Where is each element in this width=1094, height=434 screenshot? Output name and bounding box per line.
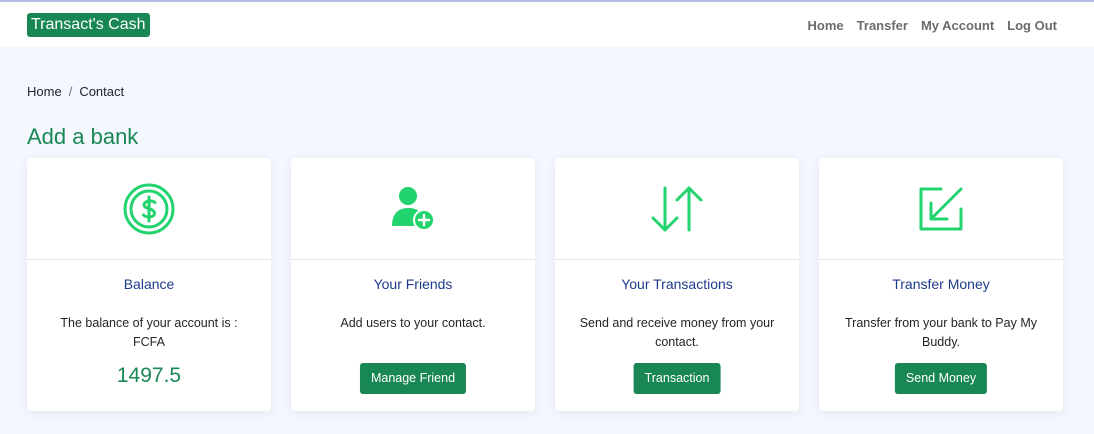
card-text: The balance of your account is : FCFA — [60, 316, 238, 349]
balance-value: 1497.5 — [116, 364, 182, 387]
card-title: Your Transactions — [621, 276, 733, 292]
nav-logout-link[interactable]: Log Out — [1007, 18, 1057, 34]
balance-card: Balance The balance of your account is :… — [27, 158, 271, 411]
card-icon-area — [27, 158, 271, 260]
card-icon-area — [555, 158, 799, 260]
page-title: Add a bank — [27, 124, 139, 149]
breadcrumb-home-link[interactable]: Home — [27, 84, 62, 99]
arrow-down-left-box-icon — [919, 187, 963, 230]
transaction-button[interactable]: Transaction — [633, 363, 721, 394]
top-navbar: Transact's Cash Home Transfer My Account… — [0, 0, 1094, 47]
send-money-button[interactable]: Send Money — [894, 363, 988, 394]
card-text: Add users to your contact. — [340, 316, 486, 330]
nav-transfer-link[interactable]: Transfer — [857, 18, 908, 34]
breadcrumb-current: Contact — [79, 84, 125, 99]
main-nav: Home Transfer My Account Log Out — [808, 18, 1057, 34]
add-user-icon — [392, 186, 435, 231]
friends-card: Your Friends Add users to your contact. … — [291, 158, 535, 411]
card-icon-area — [291, 158, 535, 260]
breadcrumb-separator: / — [68, 84, 73, 99]
brand-logo[interactable]: Transact's Cash — [27, 13, 150, 37]
breadcrumb: Home / Contact — [27, 84, 124, 99]
card-text: Transfer from your bank to Pay My Buddy. — [845, 316, 1037, 349]
card-title: Your Friends — [373, 276, 453, 292]
card-text: Send and receive money from your contact… — [579, 316, 775, 349]
manage-friend-button[interactable]: Manage Friend — [359, 363, 467, 394]
nav-home-link[interactable]: Home — [808, 18, 844, 34]
transfer-card: Transfer Money Transfer from your bank t… — [819, 158, 1063, 411]
nav-my-account-link[interactable]: My Account — [921, 18, 994, 34]
card-icon-area — [819, 158, 1063, 260]
card-row: Balance The balance of your account is :… — [27, 158, 1063, 411]
transactions-card: Your Transactions Send and receive money… — [555, 158, 799, 411]
arrows-up-down-icon — [651, 186, 703, 231]
dollar-circle-icon — [123, 183, 175, 234]
card-title: Balance — [123, 276, 175, 292]
card-title: Transfer Money — [892, 276, 990, 292]
